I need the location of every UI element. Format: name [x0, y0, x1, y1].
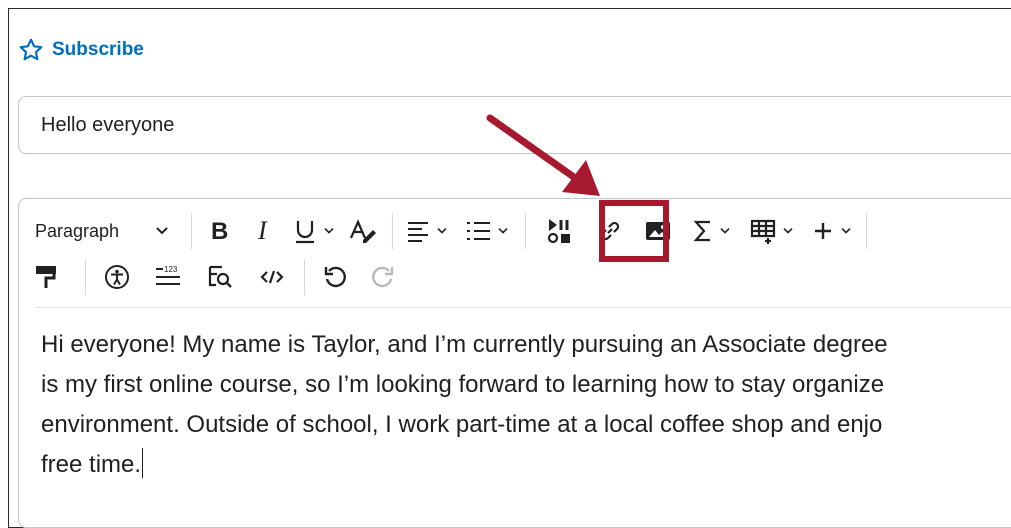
- paint-roller-icon: [36, 266, 56, 288]
- annotation-arrow: [486, 114, 600, 196]
- chevron-down-icon: [155, 226, 169, 236]
- underline-button[interactable]: [286, 213, 342, 249]
- toolbar-row-2: 123: [35, 259, 407, 295]
- content-line: is my first online course, so I’m lookin…: [41, 371, 885, 398]
- find-replace-icon: [208, 265, 232, 288]
- source-code-button[interactable]: [246, 259, 298, 295]
- editor-content[interactable]: Hi everyone! My name is Taylor, and I’m …: [41, 325, 1011, 485]
- italic-icon: I: [257, 219, 268, 243]
- toolbar-separator: [191, 213, 192, 249]
- toolbar-separator: [866, 213, 867, 249]
- line-numbers-icon: 123: [156, 265, 180, 285]
- redo-icon: [372, 266, 394, 288]
- content-line-last: free time.: [41, 445, 1011, 485]
- list-button[interactable]: [455, 213, 519, 249]
- more-insert-button[interactable]: [804, 213, 860, 249]
- svg-text:B: B: [211, 219, 228, 243]
- code-icon: [260, 270, 284, 284]
- bold-button[interactable]: B: [198, 213, 242, 249]
- table-button[interactable]: [740, 213, 804, 249]
- italic-button[interactable]: I: [242, 213, 286, 249]
- bullet-list-icon: [467, 222, 490, 240]
- format-select-label: Paragraph: [35, 220, 120, 241]
- align-left-icon: [408, 222, 428, 242]
- underline-icon: [296, 221, 314, 244]
- subscribe-label: Subscribe: [52, 39, 144, 60]
- content-line: Hi everyone! My name is Taylor, and I’m …: [41, 331, 888, 358]
- format-select[interactable]: Paragraph: [35, 213, 185, 249]
- text-color-button[interactable]: [342, 213, 386, 249]
- toolbar-separator: [85, 259, 86, 295]
- sigma-icon: [693, 220, 710, 242]
- content-line: environment. Outside of school, I work p…: [41, 411, 883, 438]
- toolbar-divider: [35, 307, 1011, 308]
- plus-icon: [815, 223, 831, 239]
- html-editor: Paragraph B I 123 Hi everyone! My name i…: [18, 198, 1011, 528]
- subscribe-button[interactable]: Subscribe: [18, 36, 144, 64]
- star-outline-icon: [19, 38, 43, 61]
- align-button[interactable]: [399, 213, 455, 249]
- equation-button[interactable]: [684, 213, 740, 249]
- accessibility-icon: [105, 265, 129, 289]
- toolbar-separator: [304, 259, 305, 295]
- undo-icon: [324, 266, 346, 288]
- svg-text:I: I: [257, 219, 268, 243]
- format-painter-button[interactable]: [35, 259, 79, 295]
- accessibility-button[interactable]: [92, 259, 142, 295]
- svg-text:123: 123: [164, 265, 178, 274]
- media-button-highlight: [599, 200, 669, 262]
- chevron-down-icon: [436, 227, 448, 235]
- chevron-down-icon: [323, 227, 335, 235]
- undo-button[interactable]: [311, 259, 359, 295]
- chevron-down-icon: [840, 227, 852, 235]
- chevron-down-icon: [782, 227, 794, 235]
- text-caret: [142, 448, 144, 478]
- bold-icon: B: [211, 219, 228, 243]
- toolbar-separator: [525, 213, 526, 249]
- chevron-down-icon: [719, 227, 731, 235]
- insert-media-button[interactable]: [532, 213, 588, 249]
- find-replace-button[interactable]: [194, 259, 246, 295]
- redo-button[interactable]: [359, 259, 407, 295]
- table-icon: [750, 219, 776, 244]
- insert-media-icon: [547, 219, 570, 244]
- chevron-down-icon: [497, 227, 509, 235]
- content-line: free time.: [41, 451, 142, 478]
- toolbar-row-1: Paragraph B I: [35, 213, 873, 249]
- toolbar-separator: [392, 213, 393, 249]
- text-color-icon: [349, 219, 376, 243]
- line-numbers-button[interactable]: 123: [142, 259, 194, 295]
